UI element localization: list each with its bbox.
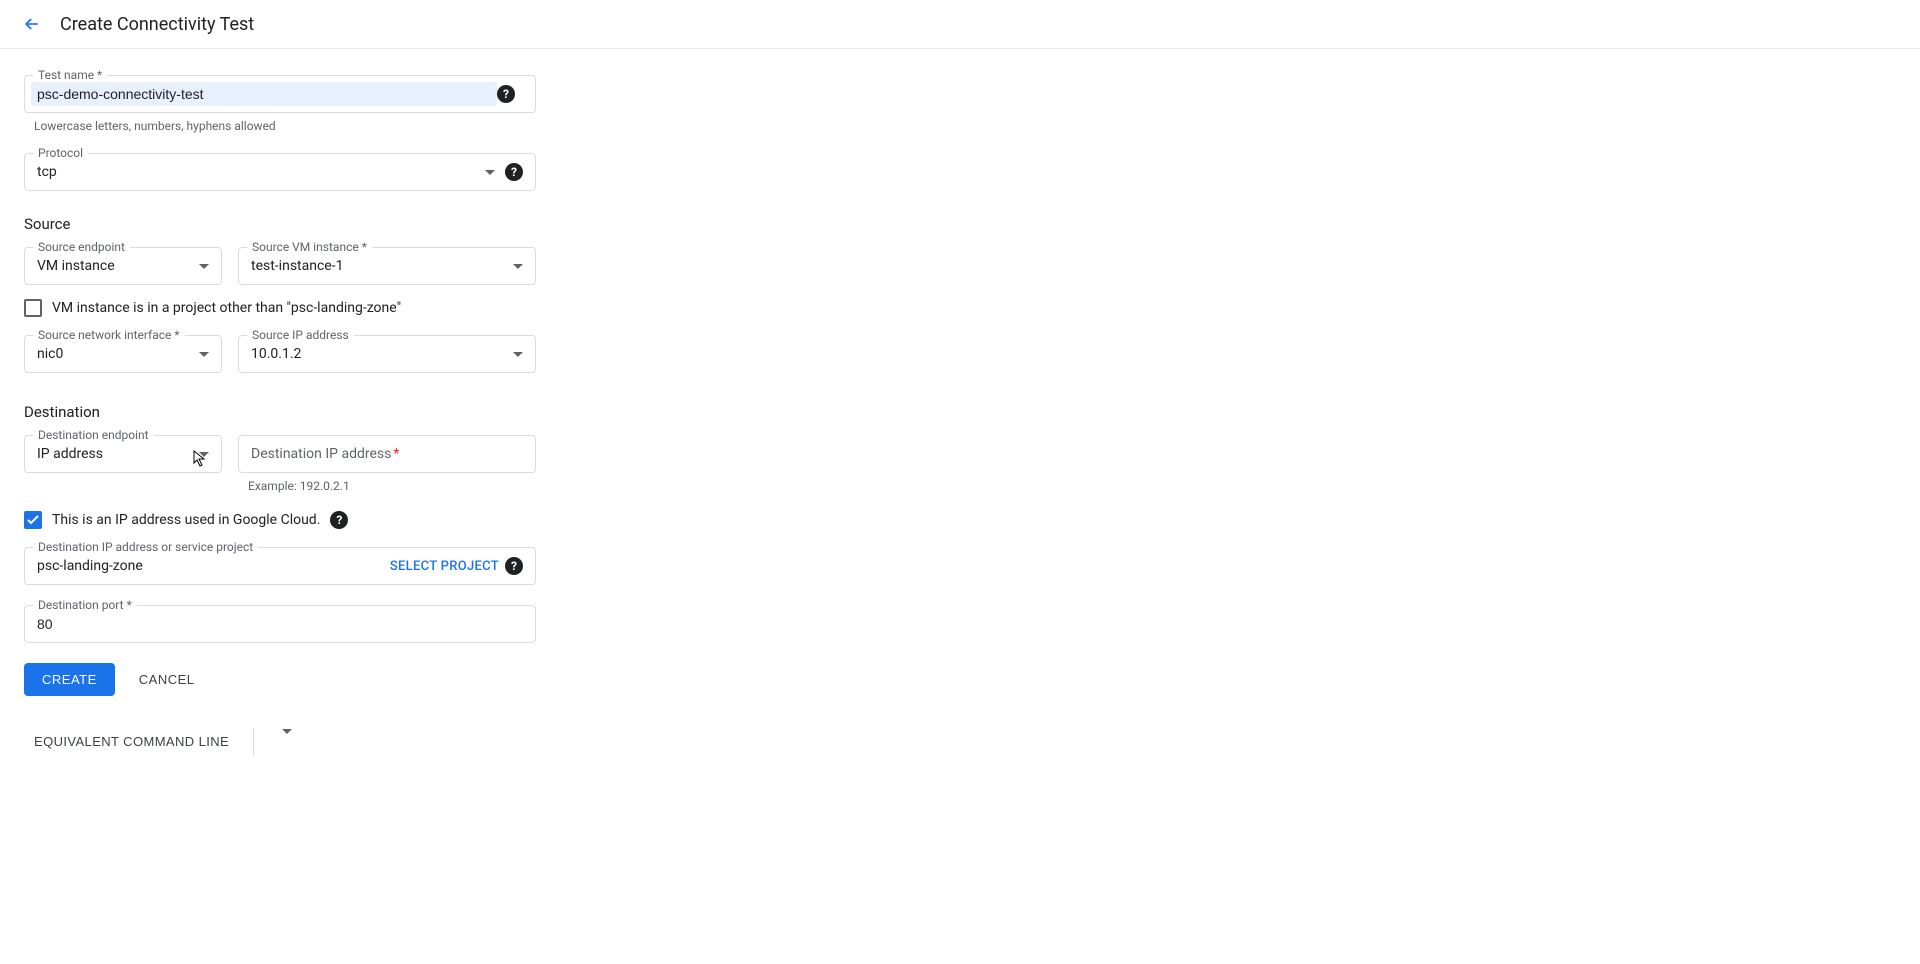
test-name-input[interactable] [31,82,497,106]
test-name-field[interactable]: Test name * ? [24,75,536,113]
source-ip-select[interactable]: Source IP address 10.0.1.2 [238,335,536,373]
destination-endpoint-label: Destination endpoint [33,428,154,442]
destination-ip-hint: Example: 192.0.2.1 [248,479,536,493]
destination-endpoint-value: IP address [37,446,191,462]
cancel-button[interactable]: CANCEL [139,672,195,687]
divider [253,728,254,756]
source-vm-label: Source VM instance * [247,240,372,254]
chevron-down-icon [513,352,523,357]
equivalent-dropdown-button[interactable] [268,728,298,756]
form-actions: CREATE CANCEL [24,663,536,696]
help-icon[interactable]: ? [505,163,523,181]
chevron-down-icon [199,452,209,457]
equivalent-cmd-row: EQUIVALENT COMMAND LINE [24,726,536,757]
source-nic-value: nic0 [37,346,191,362]
chevron-down-icon [485,170,495,175]
protocol-select[interactable]: Protocol tcp ? [24,153,536,191]
source-endpoint-label: Source endpoint [33,240,130,254]
source-ip-value: 10.0.1.2 [251,346,505,362]
chevron-down-icon [199,264,209,269]
chevron-down-icon [513,264,523,269]
destination-project-field[interactable]: Destination IP address or service projec… [24,547,536,585]
test-name-label: Test name * [33,68,107,82]
destination-project-value: psc-landing-zone [37,558,390,574]
gcp-ip-checkbox[interactable] [24,511,42,529]
destination-project-label: Destination IP address or service projec… [33,540,258,554]
chevron-down-icon [199,352,209,357]
destination-port-field[interactable]: Destination port * [24,605,536,643]
destination-heading: Destination [24,403,536,421]
help-icon[interactable]: ? [505,557,523,575]
page-header: Create Connectivity Test [0,0,1920,49]
back-arrow-icon[interactable] [20,12,44,36]
source-nic-label: Source network interface * [33,328,185,342]
create-button[interactable]: CREATE [24,663,115,696]
source-endpoint-select[interactable]: Source endpoint VM instance [24,247,222,285]
select-project-button[interactable]: SELECT PROJECT [390,559,499,574]
other-project-checkbox[interactable] [24,299,42,317]
protocol-value: tcp [37,164,477,180]
source-endpoint-value: VM instance [37,258,191,274]
page-title: Create Connectivity Test [60,14,254,35]
destination-port-input[interactable] [37,614,523,634]
equivalent-command-line-button[interactable]: EQUIVALENT COMMAND LINE [24,726,239,757]
destination-port-label: Destination port * [33,598,137,612]
other-project-checkbox-label: VM instance is in a project other than "… [52,300,401,316]
destination-endpoint-select[interactable]: Destination endpoint IP address [24,435,222,473]
source-vm-select[interactable]: Source VM instance * test-instance-1 [238,247,536,285]
help-icon[interactable]: ? [330,511,348,529]
source-vm-value: test-instance-1 [251,258,505,274]
source-ip-label: Source IP address [247,328,354,342]
protocol-label: Protocol [33,146,88,160]
help-icon[interactable]: ? [497,85,515,103]
source-nic-select[interactable]: Source network interface * nic0 [24,335,222,373]
gcp-ip-checkbox-label: This is an IP address used in Google Clo… [52,512,320,528]
destination-ip-placeholder: Destination IP address* [251,446,399,462]
source-heading: Source [24,215,536,233]
test-name-hint: Lowercase letters, numbers, hyphens allo… [34,119,536,133]
chevron-down-icon [282,729,292,750]
destination-ip-field[interactable]: Destination IP address* [238,435,536,473]
form-content: Test name * ? Lowercase letters, numbers… [0,49,560,783]
